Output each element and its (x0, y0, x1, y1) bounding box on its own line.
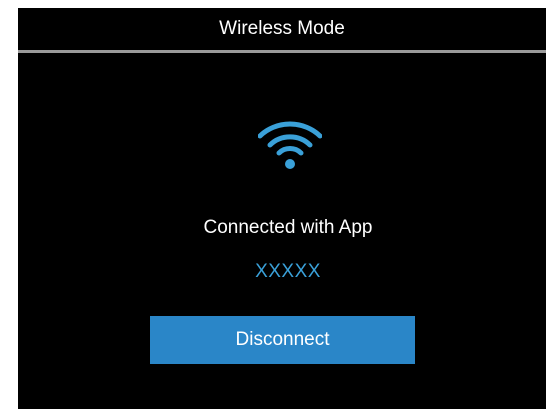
device-name: XXXXX (255, 261, 321, 282)
wifi-icon (258, 121, 322, 169)
title-bar: Wireless Mode (18, 8, 546, 50)
disconnect-button[interactable]: Disconnect (150, 316, 415, 364)
header-divider (18, 50, 546, 53)
wifi-arc-outer (258, 121, 322, 139)
page-title: Wireless Mode (219, 18, 345, 39)
wifi-arc-middle (267, 134, 313, 148)
connection-status-text: Connected with App (203, 217, 373, 238)
wifi-dot (285, 159, 295, 169)
wireless-mode-screen: Wireless Mode Connected with App XXXXX D… (18, 8, 546, 409)
wifi-arc-inner (276, 146, 304, 156)
